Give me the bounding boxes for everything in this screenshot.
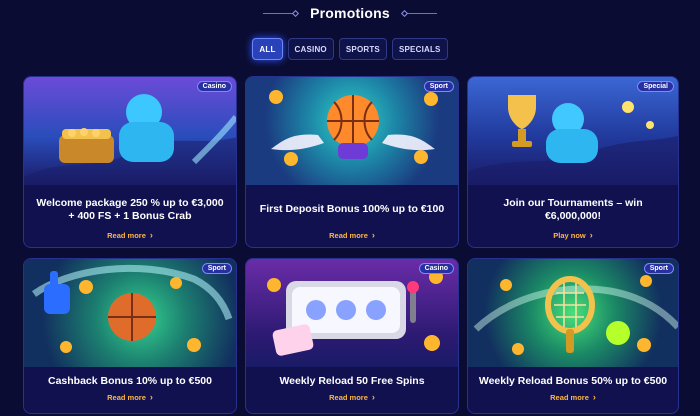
category-badge: Sport bbox=[201, 263, 232, 274]
category-badge: Special bbox=[637, 81, 674, 92]
page-title: Promotions bbox=[310, 5, 390, 21]
category-badge: Sport bbox=[643, 263, 674, 274]
chevron-right-icon: › bbox=[149, 392, 153, 402]
read-more-link[interactable]: Read more › bbox=[246, 230, 458, 241]
decorative-divider-left bbox=[263, 9, 300, 17]
filter-casino-button[interactable]: CASINO bbox=[287, 38, 334, 60]
promotions-header: Promotions bbox=[0, 0, 700, 26]
chevron-right-icon: › bbox=[371, 230, 375, 240]
promo-title: Welcome package 250 % up to €3,000 + 400… bbox=[36, 196, 224, 222]
promo-card-welcome-package[interactable]: Casino Welcome package 250 % up to €3,00… bbox=[23, 76, 237, 248]
cta-label: Read more bbox=[107, 231, 146, 240]
promotions-grid: Casino Welcome package 250 % up to €3,00… bbox=[23, 76, 679, 414]
promo-image-tennis-racket: Sport bbox=[468, 259, 678, 367]
play-now-link[interactable]: Play now › bbox=[468, 230, 678, 241]
filter-specials-button[interactable]: SPECIALS bbox=[391, 38, 448, 60]
chevron-right-icon: › bbox=[589, 230, 593, 240]
category-badge: Sport bbox=[423, 81, 454, 92]
category-badge: Casino bbox=[418, 263, 454, 274]
filter-sports-button[interactable]: SPORTS bbox=[338, 38, 387, 60]
promo-card-weekly-reload-spins[interactable]: Casino Weekly Reload 50 Free Spins Read … bbox=[245, 258, 459, 414]
chevron-right-icon: › bbox=[149, 230, 153, 240]
read-more-link[interactable]: Read more › bbox=[24, 392, 236, 403]
chevron-right-icon: › bbox=[592, 392, 596, 402]
promo-card-first-deposit[interactable]: Sport First Deposit Bonus 100% up to €10… bbox=[245, 76, 459, 248]
decorative-divider-right bbox=[400, 9, 437, 17]
read-more-link[interactable]: Read more › bbox=[468, 392, 678, 403]
promo-image-winged-basketball: Sport bbox=[246, 77, 458, 185]
promo-card-weekly-reload-bonus[interactable]: Sport Weekly Reload Bonus 50% up to €500… bbox=[467, 258, 679, 414]
promo-title: Cashback Bonus 10% up to €500 bbox=[48, 375, 212, 388]
cta-label: Read more bbox=[550, 393, 589, 402]
read-more-link[interactable]: Read more › bbox=[246, 392, 458, 403]
promo-card-cashback[interactable]: Sport Cashback Bonus 10% up to €500 Read… bbox=[23, 258, 237, 414]
promo-title: First Deposit Bonus 100% up to €100 bbox=[259, 203, 445, 216]
filter-all-button[interactable]: ALL bbox=[252, 38, 283, 60]
cta-label: Read more bbox=[329, 393, 368, 402]
promo-image-genie-trophy: Special bbox=[468, 77, 678, 185]
promo-image-foam-hand-ball: Sport bbox=[24, 259, 236, 367]
cta-label: Read more bbox=[329, 231, 368, 240]
promo-title: Join our Tournaments – win €6,000,000! bbox=[503, 196, 643, 222]
chevron-right-icon: › bbox=[371, 392, 375, 402]
promo-image-slot-reels: Casino bbox=[246, 259, 458, 367]
promo-title: Weekly Reload 50 Free Spins bbox=[279, 375, 425, 388]
cta-label: Read more bbox=[107, 393, 146, 402]
read-more-link[interactable]: Read more › bbox=[24, 230, 236, 241]
promo-title: Weekly Reload Bonus 50% up to €500 bbox=[478, 375, 668, 388]
promo-image-genie-treasure: Casino bbox=[24, 77, 236, 185]
category-badge: Casino bbox=[196, 81, 232, 92]
promotion-filters: ALL CASINO SPORTS SPECIALS bbox=[0, 38, 700, 60]
cta-label: Play now bbox=[553, 231, 586, 240]
promo-card-tournaments[interactable]: Special Join our Tournaments – win €6,00… bbox=[467, 76, 679, 248]
